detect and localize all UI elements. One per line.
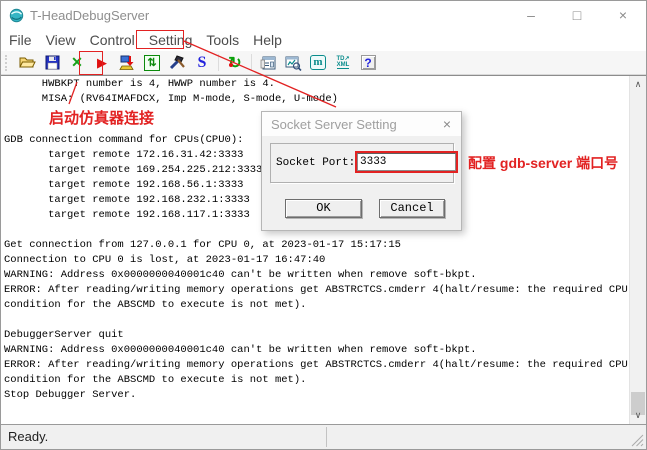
- memory-icon[interactable]: m: [309, 54, 327, 72]
- menu-bar: File View Control Setting Tools Help: [1, 29, 646, 51]
- socket-port-groupbox: Socket Port:: [270, 143, 454, 183]
- xml-export-icon[interactable]: TD↗ XML: [334, 54, 352, 72]
- dialog-title-bar: Socket Server Setting ×: [262, 112, 461, 136]
- watch-chart-icon[interactable]: [284, 54, 302, 72]
- log-line: [4, 313, 626, 328]
- status-divider: [326, 427, 327, 447]
- help-icon[interactable]: ?: [359, 54, 377, 72]
- gdb-debug-icon[interactable]: ↻: [226, 54, 244, 72]
- reset-icon[interactable]: ⇅: [143, 54, 161, 72]
- port-input-annotation-box: [355, 151, 458, 173]
- minimize-button[interactable]: –: [508, 1, 554, 29]
- status-message: Ready.: [8, 429, 48, 444]
- reset-arrows-glyph: ⇅: [144, 55, 160, 71]
- configure-port-annotation: 配置 gdb-server 端口号: [468, 153, 618, 173]
- window-title: T-HeadDebugServer: [30, 8, 149, 23]
- app-window: T-HeadDebugServer – □ × File View Contro…: [0, 0, 647, 450]
- title-bar: T-HeadDebugServer – □ ×: [1, 1, 646, 29]
- help-question-glyph: ?: [361, 55, 376, 70]
- xml-bottom-glyph: XML: [337, 62, 350, 69]
- flash-download-icon[interactable]: [118, 54, 136, 72]
- menu-view[interactable]: View: [39, 30, 83, 50]
- toolbar-separator: [218, 54, 219, 71]
- window-controls: – □ ×: [508, 1, 646, 29]
- log-line: Stop Debugger Server.: [4, 388, 626, 403]
- open-folder-icon[interactable]: [18, 54, 36, 72]
- menu-tools[interactable]: Tools: [199, 30, 246, 50]
- dialog-title: Socket Server Setting: [271, 117, 397, 132]
- close-button[interactable]: ×: [600, 1, 646, 29]
- cancel-button[interactable]: Cancel: [379, 199, 445, 218]
- script-icon[interactable]: S: [193, 54, 211, 72]
- log-line: MISA: (RV64IMAFDCX, Imp M-mode, S-mode, …: [4, 92, 626, 107]
- menu-file[interactable]: File: [2, 30, 39, 50]
- app-icon: [9, 8, 24, 23]
- scroll-up-arrow-icon[interactable]: ∧: [630, 76, 646, 93]
- log-line: ERROR: After reading/writing memory oper…: [4, 358, 626, 373]
- properties-icon[interactable]: [259, 54, 277, 72]
- maximize-button[interactable]: □: [554, 1, 600, 29]
- socket-server-setting-dialog: Socket Server Setting × Socket Port: OK …: [261, 111, 462, 231]
- play-annotation-box: [79, 51, 103, 75]
- log-line: WARNING: Address 0x0000000040001c40 can'…: [4, 268, 626, 283]
- log-line: DebuggerServer quit: [4, 328, 626, 343]
- socket-port-input[interactable]: [357, 153, 456, 171]
- log-line: WARNING: Address 0x0000000040001c40 can'…: [4, 343, 626, 358]
- log-line: condition for the ABSCMD to execute is n…: [4, 298, 626, 313]
- save-icon[interactable]: [43, 54, 61, 72]
- memory-m-glyph: m: [310, 55, 326, 70]
- menu-help[interactable]: Help: [246, 30, 289, 50]
- vertical-scrollbar[interactable]: ∧ ∨: [629, 76, 646, 424]
- build-icon[interactable]: [168, 54, 186, 72]
- resize-grip-icon[interactable]: [631, 434, 644, 447]
- status-bar: Ready.: [1, 425, 646, 449]
- log-line: ERROR: After reading/writing memory oper…: [4, 283, 626, 298]
- debug-dot: [229, 63, 233, 67]
- ok-button[interactable]: OK: [285, 199, 362, 218]
- log-line: condition for the ABSCMD to execute is n…: [4, 373, 626, 388]
- dialog-close-icon[interactable]: ×: [436, 116, 458, 132]
- socket-port-label: Socket Port:: [276, 157, 355, 169]
- setting-annotation-box: [136, 30, 184, 49]
- scroll-down-arrow-icon[interactable]: ∨: [630, 407, 646, 424]
- menu-control[interactable]: Control: [83, 30, 142, 50]
- toolbar-separator: [251, 54, 252, 71]
- log-line: HWBKPT number is 4, HWWP number is 4.: [4, 77, 626, 92]
- log-line: Connection to CPU 0 is lost, at 2023-01-…: [4, 253, 626, 268]
- log-line: Get connection from 127.0.0.1 for CPU 0,…: [4, 238, 626, 253]
